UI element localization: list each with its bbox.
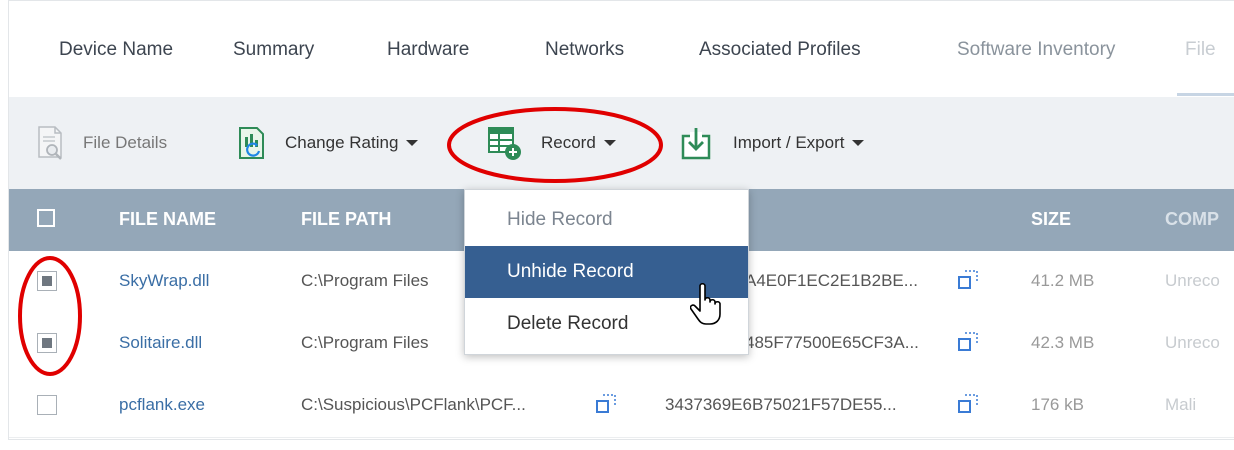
tab-hardware[interactable]: Hardware [387, 39, 469, 61]
file-hash: A4E0F1EC2E1B2BE... [745, 271, 918, 290]
change-rating-button[interactable]: Change Rating [237, 97, 419, 189]
tab-device-name[interactable]: Device Name [59, 39, 173, 61]
chevron-down-icon [406, 140, 419, 146]
file-path: C:\Program Files [301, 271, 429, 290]
copy-icon[interactable] [957, 269, 979, 296]
active-tab-indicator [1177, 93, 1234, 96]
tab-associated-profiles[interactable]: Associated Profiles [699, 39, 861, 61]
column-file-name[interactable]: FILE NAME [119, 209, 216, 230]
file-rating: Unreco [1165, 271, 1220, 290]
copy-icon[interactable] [595, 393, 617, 420]
chevron-down-icon [852, 140, 865, 146]
tab-software-inventory[interactable]: Software Inventory [957, 39, 1115, 61]
record-dropdown-menu: Hide Record Unhide Record Delete Record [464, 189, 749, 355]
file-size: 41.2 MB [1031, 271, 1095, 290]
column-size[interactable]: SIZE [1031, 209, 1071, 230]
file-name-link[interactable]: SkyWrap.dll [119, 271, 209, 291]
tab-file-list[interactable]: File [1185, 39, 1216, 61]
row-checkbox[interactable] [37, 271, 57, 291]
record-table-icon [487, 125, 523, 161]
file-size: 42.3 MB [1031, 333, 1095, 352]
rating-change-icon [237, 125, 271, 161]
tab-bar: Device Name Summary Hardware Networks As… [9, 1, 1234, 98]
copy-icon[interactable] [957, 393, 979, 420]
file-name-link[interactable]: Solitaire.dll [119, 333, 202, 353]
select-all-checkbox[interactable] [37, 209, 55, 227]
import-export-label: Import / Export [733, 133, 845, 152]
file-rating: Unreco [1165, 333, 1220, 352]
file-rating: Mali [1165, 395, 1197, 414]
file-hash: 485F77500E65CF3A... [745, 333, 919, 352]
file-path: C:\Suspicious\PCFlank\PCF... [301, 395, 526, 414]
file-search-icon [37, 125, 65, 161]
toolbar: File Details Change Rating Record Import… [9, 97, 1234, 189]
copy-icon[interactable] [957, 331, 979, 358]
file-name-link[interactable]: pcflank.exe [119, 395, 205, 415]
import-export-icon [681, 126, 711, 160]
column-comp[interactable]: COMP [1165, 209, 1219, 230]
row-checkbox[interactable] [37, 333, 57, 353]
device-details-panel: Device Name Summary Hardware Networks As… [8, 0, 1234, 440]
import-export-button[interactable]: Import / Export [681, 97, 865, 189]
table-row[interactable]: pcflank.exe C:\Suspicious\PCFlank\PCF...… [9, 375, 1234, 438]
file-details-button[interactable]: File Details [37, 97, 167, 189]
file-size: 176 kB [1031, 395, 1084, 414]
file-details-label: File Details [83, 133, 168, 152]
tab-networks[interactable]: Networks [545, 39, 624, 61]
row-checkbox[interactable] [37, 395, 57, 415]
chevron-down-icon [603, 140, 616, 146]
record-label: Record [541, 133, 596, 152]
tab-summary[interactable]: Summary [233, 39, 314, 61]
file-hash: 3437369E6B75021F57DE55... [665, 395, 897, 414]
record-menu-button[interactable]: Record [487, 97, 616, 189]
change-rating-label: Change Rating [285, 133, 399, 152]
column-file-path[interactable]: FILE PATH [301, 209, 391, 230]
menu-item-hide-record[interactable]: Hide Record [465, 194, 748, 246]
hand-pointer-icon [690, 282, 721, 325]
file-path: C:\Program Files [301, 333, 429, 352]
